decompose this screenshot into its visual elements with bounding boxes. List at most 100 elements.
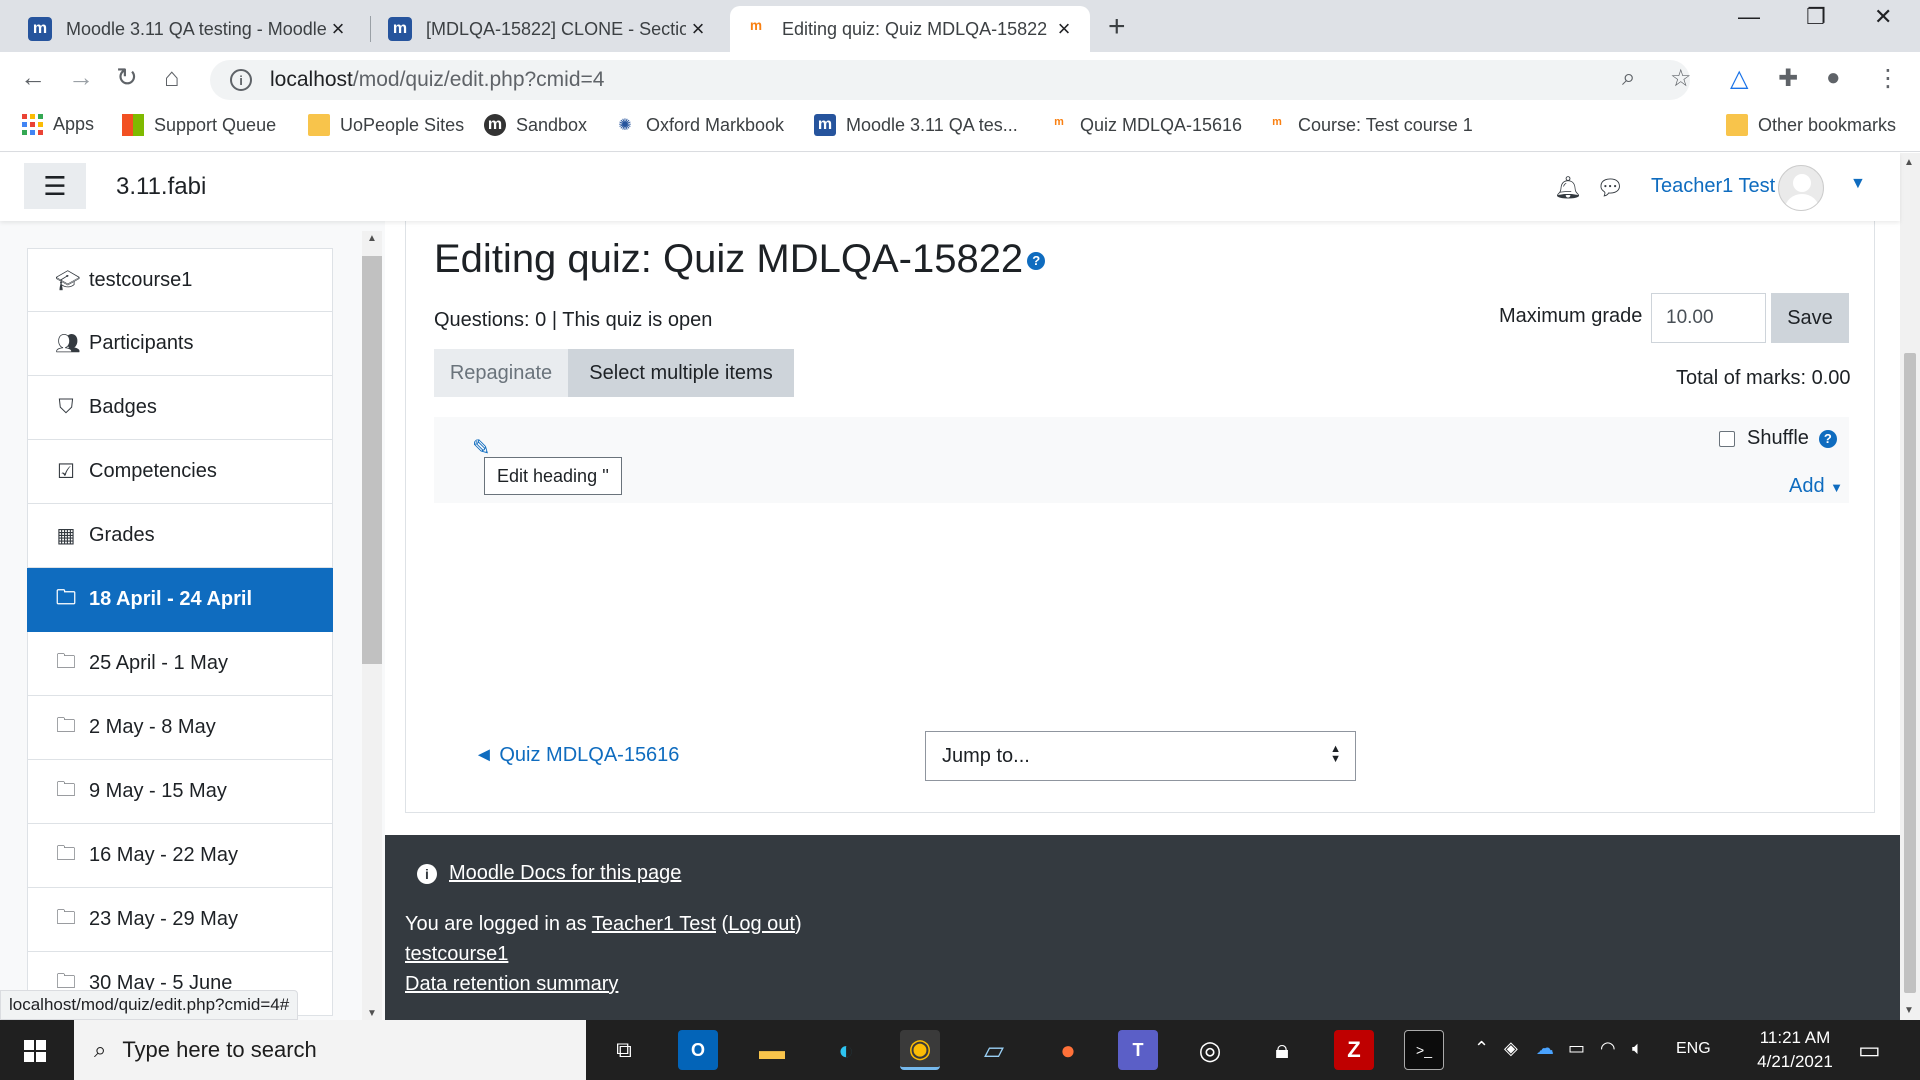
forward-icon[interactable]: →: [68, 62, 94, 93]
microsoft-icon: [122, 114, 144, 136]
profile-icon[interactable]: ●: [1826, 64, 1841, 92]
prev-activity-link[interactable]: ◄ Quiz MDLQA-15616: [474, 744, 679, 767]
terminal-icon[interactable]: >_: [1404, 1030, 1444, 1070]
restore-icon[interactable]: ❐: [1806, 4, 1826, 30]
bookmark-quiz-mdlqa-15616[interactable]: ᵐ Quiz MDLQA-15616: [1048, 114, 1242, 136]
shield-icon: ⛉: [58, 396, 74, 418]
extension-drive-icon[interactable]: △: [1730, 64, 1748, 93]
bookmark-apps[interactable]: Apps: [22, 114, 94, 135]
browser-tab-editing-quiz[interactable]: ᵐ Editing quiz: Quiz MDLQA-15822 ×: [730, 6, 1090, 52]
zoom-icon[interactable]: ⌕: [1622, 64, 1635, 92]
file-explorer-icon[interactable]: ▬: [752, 1030, 792, 1070]
extensions-puzzle-icon[interactable]: ✚: [1778, 64, 1798, 93]
footer-course-link[interactable]: testcourse1: [405, 943, 508, 966]
select-multiple-button[interactable]: Select multiple items: [568, 349, 794, 397]
back-icon[interactable]: ←: [20, 62, 46, 93]
browser-tab-mdlqa-clone[interactable]: m [MDLQA-15822] CLONE - Section ×: [374, 6, 724, 52]
media-player-icon[interactable]: ◎: [1190, 1030, 1230, 1070]
drawer-item-grades[interactable]: ▦ Grades: [27, 504, 333, 568]
help-icon[interactable]: ?: [1027, 252, 1046, 271]
outlook-icon[interactable]: O: [678, 1030, 718, 1070]
chrome-icon[interactable]: ◉: [900, 1030, 940, 1070]
user-menu-name[interactable]: Teacher1 Test: [1651, 175, 1775, 198]
bookmark-other-bookmarks[interactable]: Other bookmarks: [1726, 114, 1896, 136]
star-icon[interactable]: ☆: [1670, 64, 1692, 93]
filezilla-icon[interactable]: Z: [1334, 1030, 1374, 1070]
notification-icon[interactable]: ▭: [1858, 1036, 1881, 1065]
dropbox-icon[interactable]: ◈: [1504, 1038, 1518, 1059]
bookmark-oxford-markbook[interactable]: ✺ Oxford Markbook: [614, 114, 784, 136]
add-menu-link[interactable]: Add ▼: [1789, 475, 1843, 498]
scrollbar-thumb[interactable]: [362, 256, 382, 664]
scroll-up-icon[interactable]: ▲: [367, 233, 377, 244]
browser-toolbar: ← → ↻ ⌂ i localhost/mod/quiz/edit.php?cm…: [0, 52, 1920, 104]
shuffle-control[interactable]: Shuffle ?: [1719, 427, 1837, 450]
drawer-item-participants[interactable]: 👥︎ Participants: [27, 312, 333, 376]
wifi-icon[interactable]: ◠: [1600, 1038, 1616, 1059]
windows-start-icon[interactable]: [24, 1040, 46, 1062]
task-view-icon[interactable]: ⧉: [604, 1030, 644, 1070]
drawer-item-section-25-april[interactable]: 🗀 25 April - 1 May: [27, 632, 333, 696]
data-retention-link[interactable]: Data retention summary: [405, 973, 618, 996]
bookmark-course-test[interactable]: ᵐ Course: Test course 1: [1266, 114, 1472, 136]
browser-tab-moodle-qa[interactable]: m Moodle 3.11 QA testing - Moodle ×: [14, 6, 364, 52]
taskbar-clock[interactable]: 11:21 AM 4/21/2021: [1740, 1026, 1850, 1074]
max-grade-input[interactable]: [1651, 293, 1766, 343]
menu-dots-icon[interactable]: ⋮: [1876, 64, 1900, 93]
scrollbar-thumb[interactable]: [1904, 353, 1916, 993]
page-title: Editing quiz: Quiz MDLQA-15822?: [434, 237, 1046, 282]
chevron-up-icon[interactable]: ⌃: [1474, 1038, 1489, 1059]
drawer-item-section-23-may[interactable]: 🗀 23 May - 29 May: [27, 888, 333, 952]
repaginate-button[interactable]: Repaginate: [434, 349, 568, 397]
drawer-item-badges[interactable]: ⛉ Badges: [27, 376, 333, 440]
close-icon[interactable]: ×: [326, 16, 350, 42]
language-indicator[interactable]: ENG: [1676, 1040, 1711, 1058]
close-icon[interactable]: ×: [686, 16, 710, 42]
info-icon[interactable]: i: [230, 69, 252, 91]
address-bar[interactable]: i localhost/mod/quiz/edit.php?cmid=4: [210, 60, 1690, 100]
notes-app-icon[interactable]: ▱: [974, 1030, 1014, 1070]
battery-icon[interactable]: ▭: [1568, 1038, 1585, 1059]
taskbar-search[interactable]: ⌕ Type here to search: [74, 1020, 586, 1080]
drawer-item-section-16-may[interactable]: 🗀 16 May - 22 May: [27, 824, 333, 888]
edge-icon[interactable]: ◐: [826, 1030, 866, 1070]
jump-to-select[interactable]: Jump to... ▲ ▼: [925, 731, 1356, 781]
firefox-icon[interactable]: ●: [1048, 1030, 1088, 1070]
user-profile-link[interactable]: Teacher1 Test: [592, 913, 716, 935]
onedrive-icon[interactable]: ☁: [1536, 1038, 1554, 1059]
minimize-icon[interactable]: —: [1738, 4, 1760, 30]
bell-icon[interactable]: 🔔︎: [1554, 175, 1582, 201]
reload-icon[interactable]: ↻: [116, 62, 138, 93]
save-button[interactable]: Save: [1771, 293, 1849, 343]
home-icon[interactable]: ⌂: [164, 62, 180, 93]
page-scrollbar[interactable]: ▲ ▼: [1900, 153, 1920, 1020]
close-window-icon[interactable]: ✕: [1874, 4, 1892, 30]
drawer-item-section-2-may[interactable]: 🗀 2 May - 8 May: [27, 696, 333, 760]
logout-link[interactable]: Log out: [728, 913, 795, 935]
bookmark-uopeople-sites[interactable]: UoPeople Sites: [308, 114, 464, 136]
scroll-down-icon[interactable]: ▼: [367, 1008, 377, 1019]
moodle-docs-link[interactable]: Moodle Docs for this page: [449, 862, 681, 885]
drawer-item-section-18-april[interactable]: 🗀 18 April - 24 April: [27, 568, 333, 632]
site-name[interactable]: 3.11.fabi: [116, 173, 206, 201]
vpn-lock-icon[interactable]: 🔒︎: [1262, 1030, 1302, 1070]
new-tab-icon[interactable]: +: [1108, 10, 1126, 44]
scroll-down-icon[interactable]: ▼: [1904, 1005, 1914, 1016]
bookmark-support-queue[interactable]: Support Queue: [122, 114, 276, 136]
close-icon[interactable]: ×: [1052, 16, 1076, 42]
bookmark-sandbox[interactable]: m Sandbox: [484, 114, 587, 136]
shuffle-checkbox[interactable]: [1719, 430, 1735, 447]
drawer-scrollbar[interactable]: ▲ ▼: [362, 231, 382, 1020]
avatar[interactable]: [1778, 165, 1824, 211]
volume-icon[interactable]: 🔈︎: [1632, 1038, 1643, 1059]
drawer-item-section-9-may[interactable]: 🗀 9 May - 15 May: [27, 760, 333, 824]
chat-icon[interactable]: 💬︎: [1596, 175, 1624, 201]
chevron-down-icon[interactable]: ▼: [1850, 175, 1866, 193]
bookmark-moodle-qa[interactable]: m Moodle 3.11 QA tes...: [814, 114, 1018, 136]
teams-icon[interactable]: T: [1118, 1030, 1158, 1070]
drawer-item-testcourse1[interactable]: 🎓︎ testcourse1: [27, 248, 333, 312]
drawer-item-competencies[interactable]: ☑ Competencies: [27, 440, 333, 504]
scroll-up-icon[interactable]: ▲: [1904, 157, 1914, 168]
help-icon[interactable]: ?: [1818, 429, 1837, 448]
drawer-toggle-button[interactable]: ☰: [24, 163, 86, 209]
